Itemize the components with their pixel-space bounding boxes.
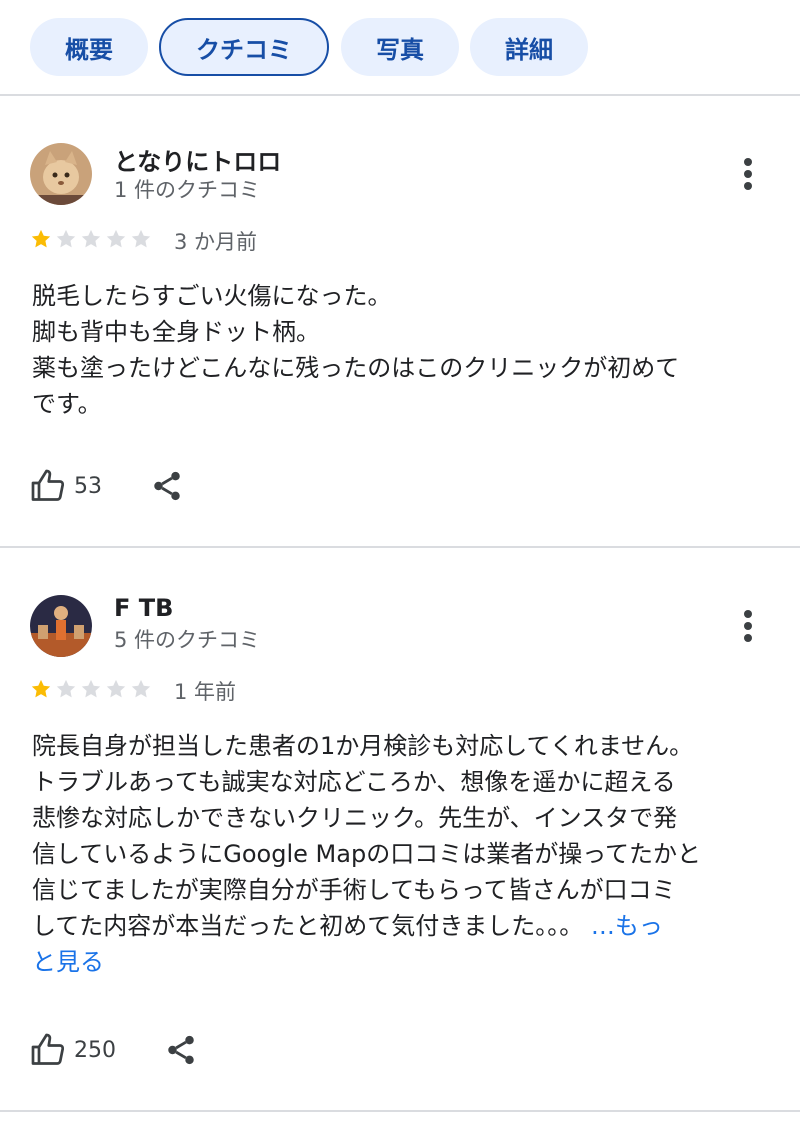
star-empty-icon (131, 679, 151, 698)
tab-bar: 概要 クチコミ 写真 詳細 (0, 0, 800, 96)
review-text-line: トラブルあっても誠実な対応どころか、想像を遥かに超える (32, 768, 676, 796)
review-text: 院長自身が担当した患者の1か月検診も対応してくれません。 トラブルあっても誠実な… (32, 728, 762, 980)
star-rating (30, 228, 160, 250)
tab-reviews-label: クチコミ (196, 35, 292, 64)
read-more-link[interactable]: と見る (32, 944, 762, 980)
like-count: 53 (74, 473, 102, 499)
review-date: 3 か月前 (174, 230, 258, 254)
avatar[interactable] (30, 143, 92, 205)
review-text-line: 信じてましたが実際自分が手術してもらって皆さんが口コミ (32, 876, 676, 904)
tab-reviews[interactable]: クチコミ (159, 18, 329, 76)
tab-photos-label: 写真 (376, 35, 424, 64)
review-actions: 250 (30, 1030, 198, 1070)
review-text-line: 信しているようにGoogle Mapの口コミは業者が操ってたかと (32, 840, 701, 868)
review-text-line: 悲惨な対応しかできないクリニック。先生が、インスタで発 (32, 804, 678, 832)
star-filled-icon (31, 229, 51, 248)
star-empty-icon (106, 229, 126, 248)
review-count: 1 件のクチコミ (114, 178, 261, 202)
star-empty-icon (131, 229, 151, 248)
review-text-line: です。 (32, 390, 102, 418)
star-rating (30, 678, 160, 700)
review-text-line: 脚も背中も全身ドット柄。 (32, 318, 320, 346)
review-text-line: 院長自身が担当した患者の1か月検診も対応してくれません。 (32, 732, 694, 760)
review-count: 5 件のクチコミ (114, 628, 261, 652)
share-icon[interactable] (150, 469, 184, 503)
like-count: 250 (74, 1037, 116, 1063)
tab-photos[interactable]: 写真 (341, 18, 459, 76)
star-empty-icon (81, 229, 101, 248)
more-options-icon[interactable] (736, 606, 760, 646)
more-options-icon[interactable] (736, 154, 760, 194)
star-filled-icon (31, 679, 51, 698)
thumbs-up-icon[interactable] (30, 468, 66, 504)
review-card: F TB 5 件のクチコミ 1 年前 院長自身が担当した患者の1か月検診も対応し… (0, 548, 800, 1112)
tab-overview[interactable]: 概要 (30, 18, 148, 76)
review-card: となりにトロロ 1 件のクチコミ 3 か月前 脱毛したらすごい火傷になった。 脚… (0, 98, 800, 548)
reviewer-name[interactable]: となりにトロロ (114, 142, 281, 177)
star-empty-icon (56, 229, 76, 248)
star-empty-icon (106, 679, 126, 698)
star-empty-icon (56, 679, 76, 698)
review-text-line: してた内容が本当だったと初めて気付きました。。。 …もっ (32, 908, 762, 944)
review-text: 脱毛したらすごい火傷になった。 脚も背中も全身ドット柄。 薬も塗ったけどこんなに… (32, 278, 762, 422)
tab-details-label: 詳細 (505, 35, 553, 64)
tab-overview-label: 概要 (65, 35, 113, 64)
review-text-line: 脱毛したらすごい火傷になった。 (32, 282, 392, 310)
review-text-line: 薬も塗ったけどこんなに残ったのはこのクリニックが初めて (32, 354, 680, 382)
star-empty-icon (81, 679, 101, 698)
tab-details[interactable]: 詳細 (470, 18, 588, 76)
review-date: 1 年前 (174, 680, 237, 704)
review-text-line-last: してた内容が本当だったと初めて気付きました。。。 (32, 912, 591, 940)
avatar[interactable] (30, 595, 92, 657)
review-actions: 53 (30, 466, 184, 506)
share-icon[interactable] (164, 1033, 198, 1067)
thumbs-up-icon[interactable] (30, 1032, 66, 1068)
reviewer-name[interactable]: F TB (114, 594, 173, 622)
read-more-link[interactable]: …もっ (591, 912, 663, 940)
